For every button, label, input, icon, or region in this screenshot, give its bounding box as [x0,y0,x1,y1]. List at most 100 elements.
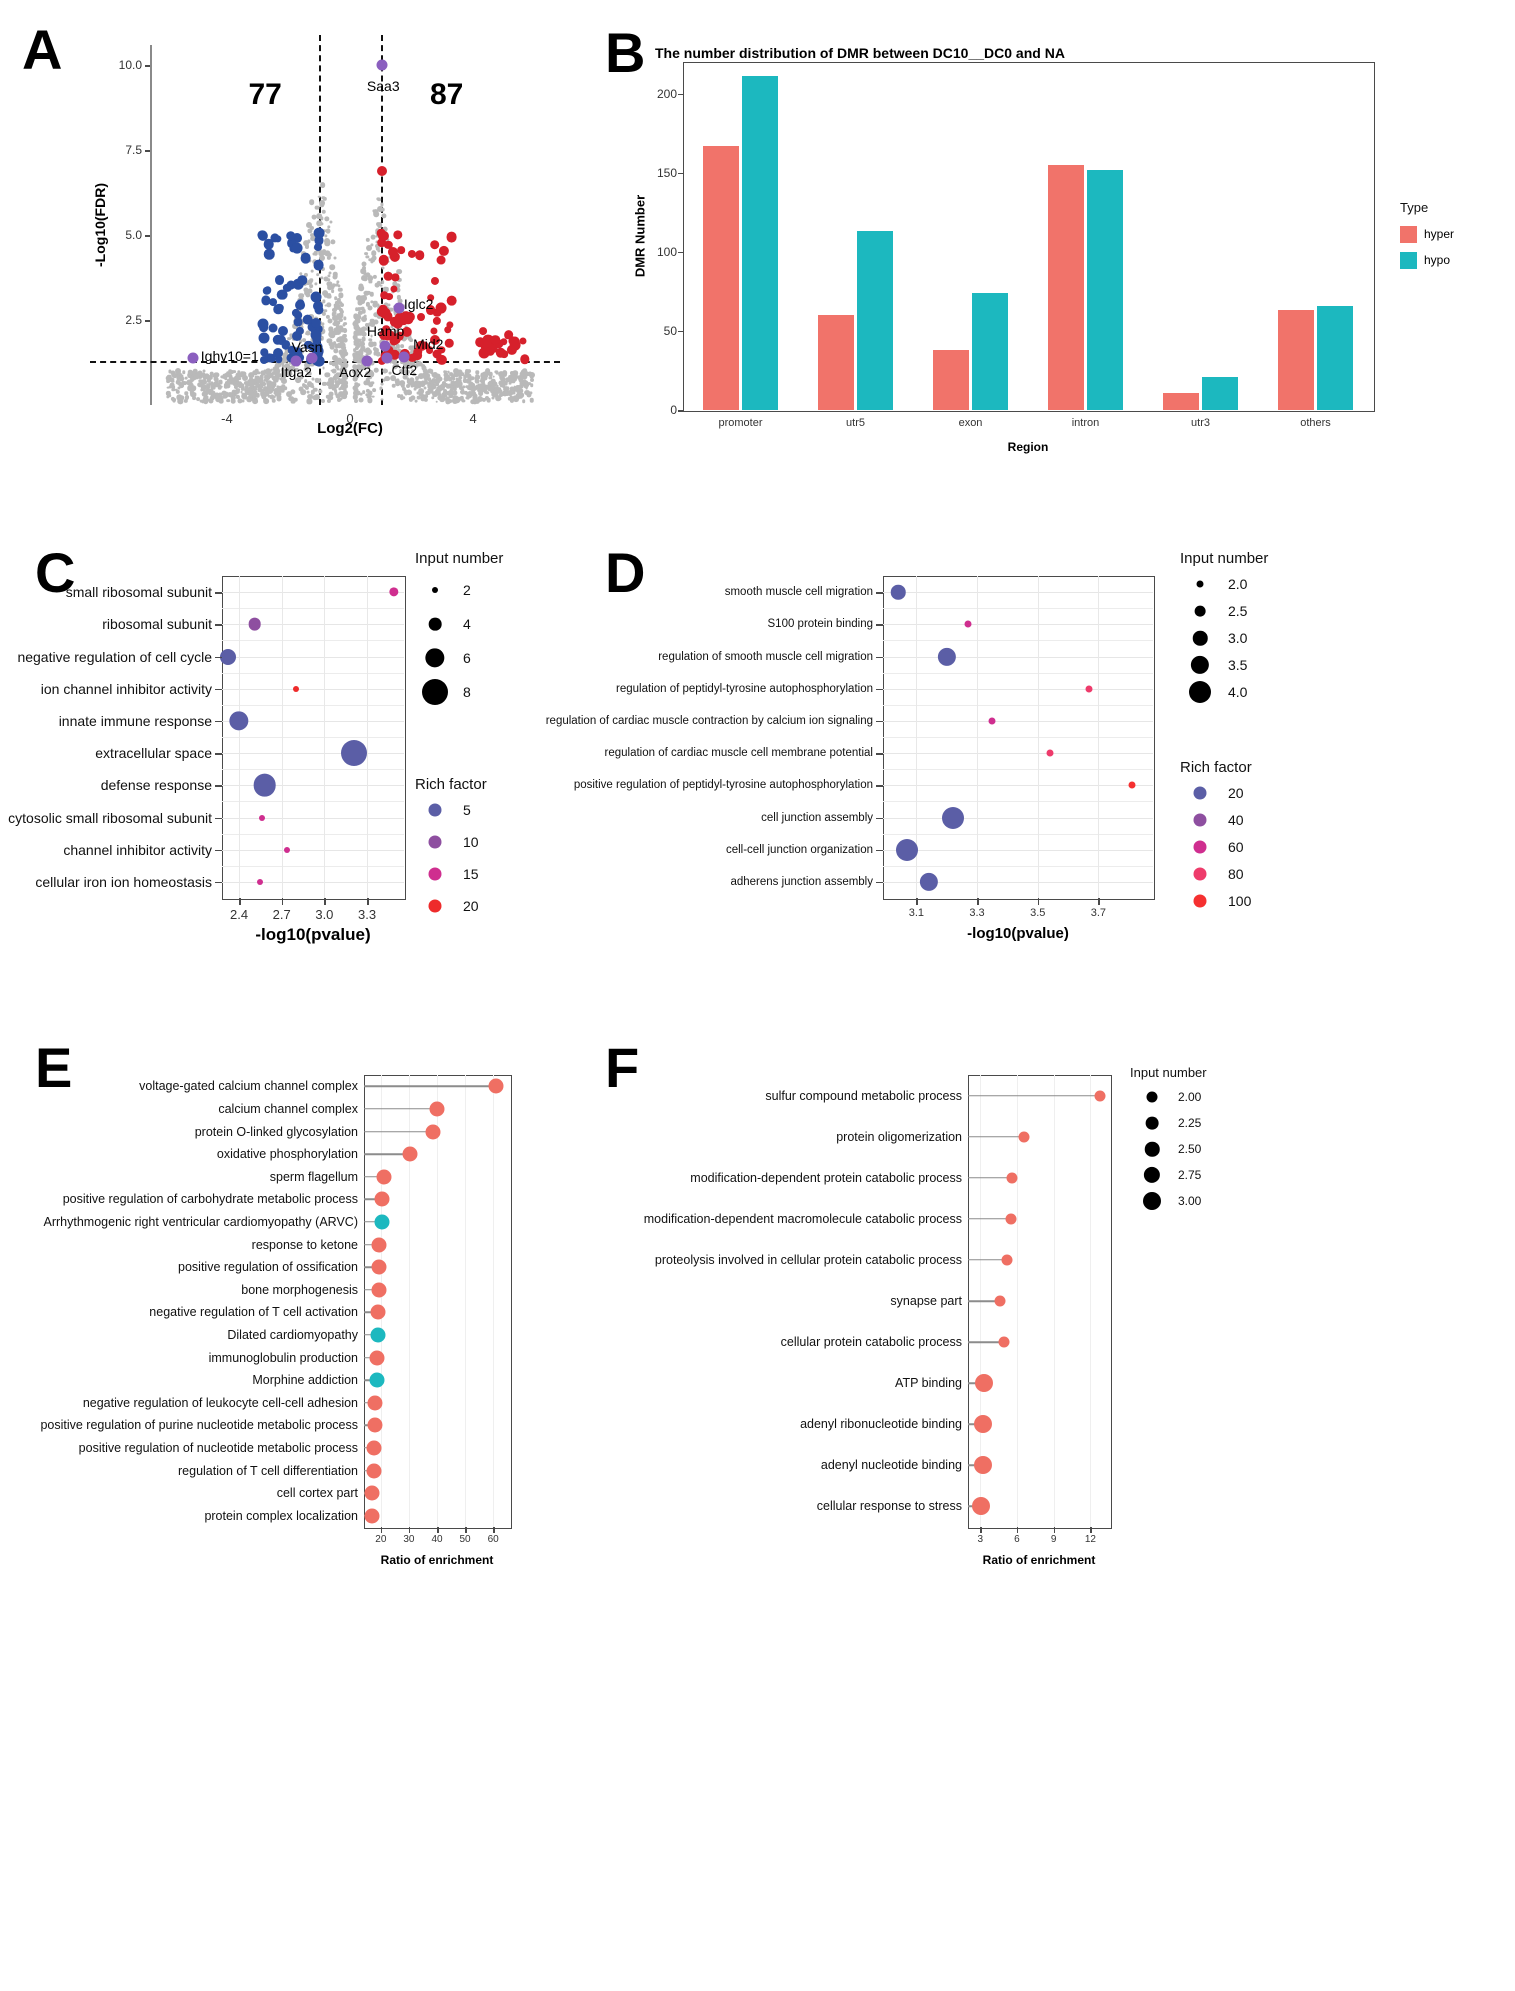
c-ytick-mark [215,592,222,594]
panel-a-point-ns [253,385,258,391]
panel-a-point-ns [343,316,347,320]
panel-a-annotation-ighv101: Ighv10=1 [200,348,259,365]
d-term-label: adherens junction assembly [730,875,873,888]
panel-b-xtick: utr5 [846,417,865,429]
panel-a-point-ns [384,375,390,382]
c-term-label: cytosolic small ribosomal subunit [8,809,212,826]
panel-a-point-ns [363,297,367,301]
panel-a-point-ns [372,395,375,399]
panel-a-point-ns [400,344,404,348]
panel-a-ytick: 7.5 [125,143,142,158]
d-term-label: regulation of cardiac muscle cell membra… [604,747,873,760]
panel-a-point-ns [408,397,413,402]
panel-a-point-ns [372,388,376,392]
panel-a-point-ns [176,378,180,382]
panel-a-annotation-hamp: Hamp [366,322,405,339]
f-term-label: ATP binding [895,1376,962,1391]
panel-a-ytick-mark [145,320,150,322]
panel-a-point-ns [431,372,438,379]
panel-a-point-down [262,286,272,295]
panel-a-point-ns [303,383,308,388]
d-ytick-mark [876,720,883,723]
panel-a-point-ns [326,255,332,261]
panel-a-point-ns [488,381,493,387]
panel-a-point-up [519,337,527,345]
panel-a-point-ns [379,207,385,213]
panel-a-point-ns [271,398,277,404]
panel-a-point-up [416,312,425,321]
panel-a-point-ns [247,381,253,387]
d-ytick-mark [876,881,883,884]
c-size-legend-label: 4 [463,616,471,632]
panel-a-point-ns [315,272,320,277]
panel-a-fdr-line [90,360,560,363]
panel-a-point-ns [340,353,346,359]
panel-f-xaxis-title: Ratio of enrichment [982,1553,1096,1567]
e-term-label: negative regulation of T cell activation [149,1305,358,1320]
panel-a-point-ns [343,321,347,326]
panel-a-point-ns [289,389,296,395]
panel-a-point-ns [354,313,359,318]
panel-a-point-ns [490,389,495,393]
e-term-label: voltage-gated calcium channel complex [139,1079,358,1094]
panel-b-xtick: others [1300,417,1331,429]
f-size-legend-label: 2.50 [1178,1142,1202,1156]
panel-a-point-ns [366,244,373,251]
panel-a-point-ns [380,202,384,206]
e-term-label: positive regulation of carbohydrate meta… [62,1192,358,1207]
panel-a-point-down [285,231,296,241]
panel-a-point-ns [333,311,337,315]
panel-e: E 20 30 40 50 60 voltage-gated calcium chann… [0,1020,600,1991]
panel-a-point-ns [367,305,373,311]
c-size-legend-title: Input number [415,550,504,567]
e-term-label: Morphine addiction [252,1373,358,1388]
panel-a-point-ns [374,282,380,288]
f-size-legend-dot [1146,1091,1158,1103]
panel-a-point-ns [522,368,528,375]
panel-a-point-ns [228,369,233,374]
panel-a-annotation-aox2: Aox2 [339,363,372,380]
c-color-legend-dot [428,867,442,881]
panel-b-title: The number distribution of DMR between D… [655,45,1065,61]
panel-a-point-ns [326,231,330,235]
panel-a-point-up [432,316,442,325]
panel-a-point-ns [488,371,494,377]
e-term-label: negative regulation of leukocyte cell-ce… [82,1395,358,1410]
panel-a-yaxis-title: -Log10(FDR) [92,183,108,267]
c-ytick-mark [215,881,222,884]
panel-a-point-ns [370,234,376,240]
panel-a-point-ns [336,398,341,403]
panel-a-point-ns [274,368,280,374]
panel-a-point-ns [446,384,450,389]
panel-a-point-ns [240,391,243,394]
panel-a-point-ns [338,318,343,323]
panel-a-point-ns [172,380,175,383]
panel-a-ytick: 5.0 [125,228,142,243]
panel-b-ytick: 100 [656,244,677,259]
c-ytick-mark [215,849,222,852]
panel-b-bar-hypo [1087,169,1123,410]
f-term-label: adenyl ribonucleotide binding [800,1417,962,1432]
panel-a-point-ns [329,382,335,388]
c-ytick-mark [215,817,222,819]
panel-a-point-up [446,295,457,306]
panel-a-point-highlight [379,340,391,352]
c-term-label: channel inhibitor activity [63,841,212,858]
panel-a-point-ns [336,357,342,363]
c-term-label: ion channel inhibitor activity [40,680,212,697]
panel-f: F 3 6 9 12 sulfur compound metabolic proces… [600,1020,1515,1991]
panel-a-point-ns [370,257,376,263]
panel-a-point-ns [226,398,230,403]
panel-a-point-highlight [376,59,388,71]
d-color-legend-label: 20 [1228,785,1244,801]
panel-a-point-ns [359,392,363,396]
panel-a-point-ns [321,209,326,215]
panel-a-point-ns [254,390,258,394]
panel-a-point-ns [503,385,510,392]
panel-a-point-ns [184,376,188,380]
d-color-legend-dot [1193,840,1207,854]
c-ytick-mark [215,753,222,755]
panel-a-point-ns [288,395,294,402]
panel-a-point-ns [370,381,374,385]
panel-a-point-ns [436,380,440,385]
